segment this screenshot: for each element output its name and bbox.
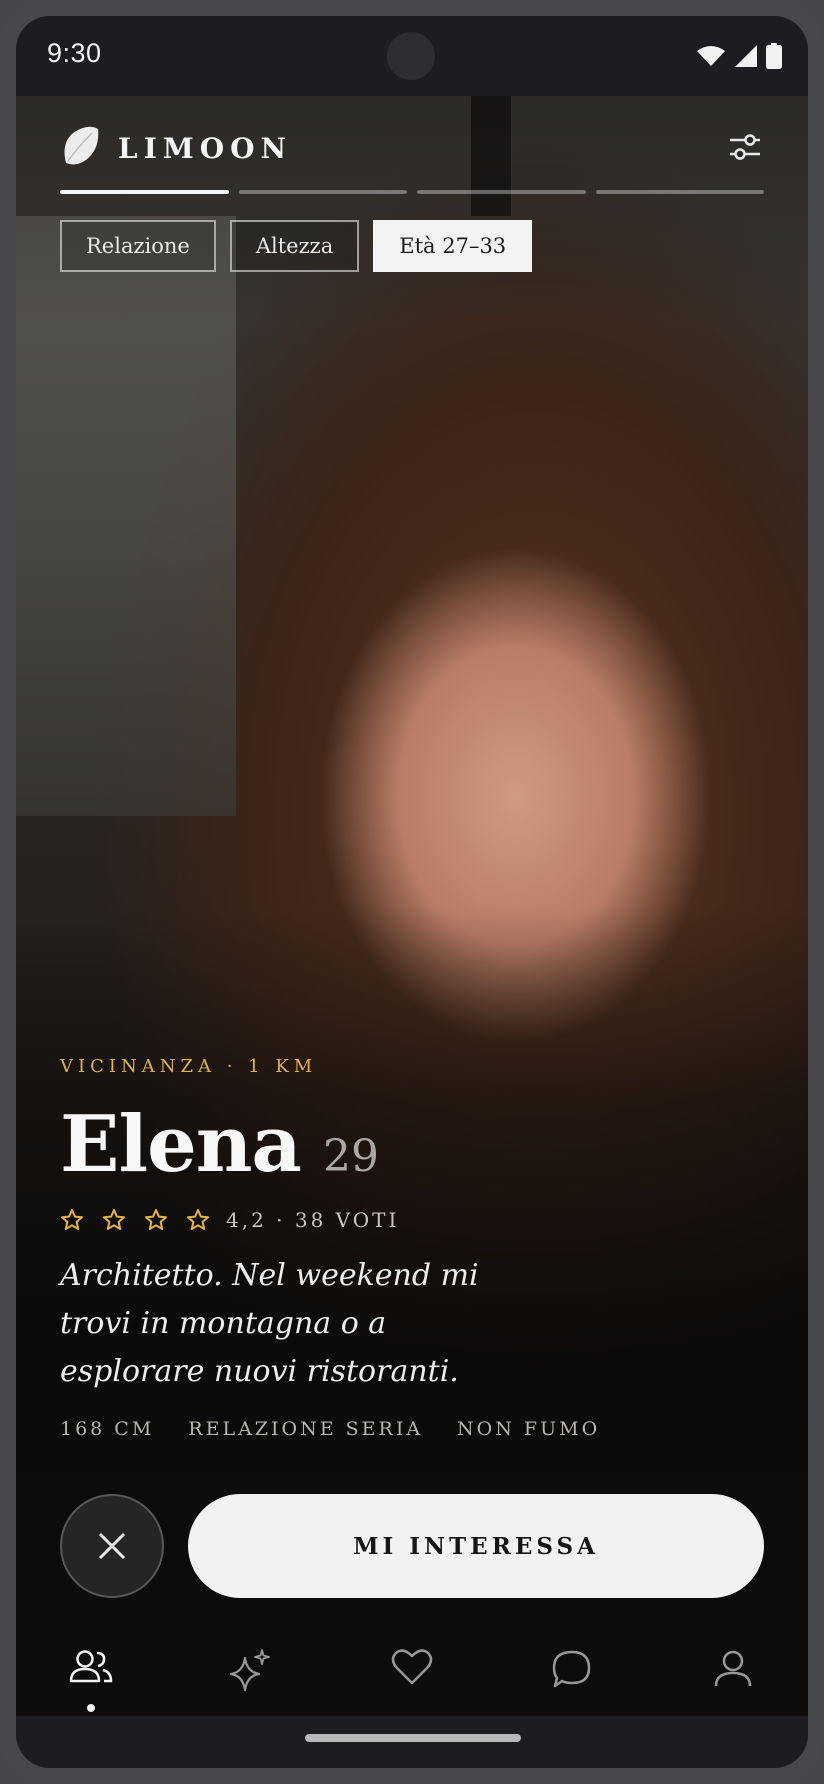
- sparkle-icon: [229, 1649, 270, 1692]
- filter-sliders-icon[interactable]: [728, 130, 762, 164]
- pass-button[interactable]: [60, 1494, 164, 1598]
- status-bar: 9:30: [16, 16, 808, 96]
- interest-button[interactable]: MI INTERESSA: [188, 1494, 764, 1598]
- nav-people[interactable]: [66, 1648, 116, 1698]
- screen: 9:30 LIMOON Relazione Altezza Età 27–33 …: [16, 16, 808, 1768]
- nav-chat[interactable]: [547, 1648, 597, 1698]
- status-icons: [696, 43, 782, 69]
- status-time: 9:30: [47, 38, 102, 68]
- proximity-label: VICINANZA · 1 KM: [60, 1056, 318, 1077]
- profile-name: Elena: [60, 1099, 302, 1190]
- gesture-area: [16, 1716, 808, 1768]
- profile-icon: [714, 1650, 752, 1687]
- signal-icon: [735, 45, 757, 67]
- nav-profile[interactable]: [708, 1648, 758, 1698]
- home-gesture-bar[interactable]: [305, 1734, 521, 1742]
- nav-discover[interactable]: [226, 1648, 276, 1698]
- chip-eta[interactable]: Età 27–33: [373, 220, 533, 272]
- filter-chips: Relazione Altezza Età 27–33: [60, 220, 533, 272]
- chip-altezza[interactable]: Altezza: [229, 220, 360, 272]
- photo-progress: [60, 190, 764, 194]
- heart-icon: [391, 1649, 433, 1685]
- star-icon: [61, 1209, 83, 1230]
- active-nav-indicator: [87, 1704, 95, 1712]
- star-icon: [145, 1209, 167, 1230]
- progress-segment: [417, 190, 586, 194]
- profile-actions: MI INTERESSA: [60, 1494, 780, 1600]
- profile-photo[interactable]: [16, 96, 808, 1716]
- tag-relationship: RELAZIONE SERIA: [188, 1418, 424, 1440]
- tag-height: 168 CM: [60, 1418, 155, 1440]
- rating-text: 4,2 · 38 VOTI: [226, 1208, 400, 1232]
- tag-smoking: NON FUMO: [457, 1418, 601, 1440]
- progress-segment: [60, 190, 229, 194]
- chat-icon: [552, 1650, 591, 1688]
- front-camera: [387, 32, 435, 80]
- chip-relazione[interactable]: Relazione: [60, 220, 216, 272]
- star-icon: [103, 1209, 125, 1230]
- wifi-icon: [697, 46, 725, 66]
- profile-age: 29: [322, 1131, 379, 1182]
- rating-row: 4,2 · 38 VOTI: [60, 1208, 764, 1232]
- star-icon: [187, 1209, 209, 1230]
- photo-gradient-overlay: [16, 96, 808, 1716]
- app-brand: LIMOON: [118, 132, 293, 165]
- battery-icon: [766, 43, 782, 69]
- star-rating: [60, 1208, 210, 1232]
- progress-segment: [238, 190, 407, 194]
- device-frame: 9:30 LIMOON Relazione Altezza Età 27–33 …: [0, 0, 824, 1784]
- close-icon: [98, 1532, 126, 1560]
- nav-likes[interactable]: [387, 1648, 437, 1698]
- profile-bio: Architetto. Nel weekend mi trovi in mont…: [60, 1258, 479, 1389]
- profile-info: VICINANZA · 1 KM Elena 29 4,2 · 38 VOTI …: [60, 1056, 764, 1440]
- leaf-logo-icon: [64, 126, 99, 165]
- name-row: Elena 29: [60, 1099, 764, 1190]
- progress-segment: [595, 190, 764, 194]
- bottom-nav: [16, 1626, 808, 1716]
- profile-tags: 168 CM RELAZIONE SERIA NON FUMO: [60, 1418, 764, 1440]
- people-icon: [69, 1650, 113, 1683]
